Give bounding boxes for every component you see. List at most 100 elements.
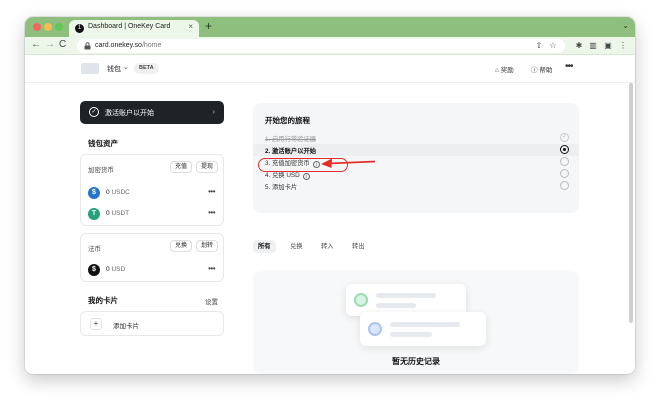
url-path: /home (141, 42, 162, 49)
maximize-window-button[interactable] (55, 23, 63, 31)
browser-tab-title: Dashboard | OneKey Card (88, 23, 171, 30)
step-radio-icon (560, 157, 569, 166)
url-host: card.onekey.so (95, 42, 142, 49)
deposit-button[interactable]: 充值 (170, 161, 193, 173)
step-done-check-icon: ✓ (560, 133, 569, 142)
asset-value: 0 (106, 266, 110, 273)
card-settings-link[interactable]: 设置 (205, 296, 218, 306)
extensions-puzzle-icon[interactable]: ✱ (573, 40, 585, 52)
asset-amount: 0 USD (106, 266, 125, 273)
filter-tab-exchange[interactable]: 兑换 (285, 240, 308, 253)
step-label: 5. 添加卡片 (265, 184, 298, 191)
browser-tab-active[interactable]: 1 Dashboard | OneKey Card × (69, 20, 199, 37)
wallet-avatar[interactable] (81, 63, 99, 74)
share-icon[interactable]: ⇧ (533, 40, 545, 52)
app-header: 钱包 ⌄ BETA ⌂ 奖励 ⓘ 帮助 ••• (25, 55, 635, 83)
usd-coin-icon: $ (88, 264, 100, 276)
check-circle-icon: ✓ (89, 107, 99, 117)
bookmark-star-icon[interactable]: ☆ (547, 40, 559, 52)
activate-label: 激活账户以开始 (105, 110, 154, 117)
filter-tab-transfer-out[interactable]: 转出 (347, 240, 370, 253)
journey-step-5[interactable]: 5. 添加卡片 (253, 180, 579, 192)
browser-menu-icon[interactable]: ⋮ (617, 40, 629, 52)
asset-more-icon[interactable]: ••• (208, 264, 215, 273)
asset-value: 0 (106, 210, 110, 217)
profile-icon[interactable]: ▣ (602, 40, 614, 52)
crypto-assets-card: 加密货币 充值 提现 $ 0 USDC ••• T 0 USDT ••• (80, 154, 224, 226)
placeholder-line (390, 332, 432, 337)
fiat-label: 法币 (88, 246, 101, 253)
address-bar[interactable]: card.onekey.so/home ⇧ ☆ (77, 39, 565, 53)
browser-window: 1 Dashboard | OneKey Card × + ⌄ ← → C ca… (25, 17, 635, 374)
wallet-selector-label[interactable]: 钱包 (107, 64, 121, 74)
onekey-favicon-icon: 1 (75, 24, 84, 33)
asset-unit: USDC (111, 189, 130, 196)
help-circle-icon: ⓘ (531, 67, 538, 74)
forward-arrow-icon[interactable]: → (45, 40, 55, 50)
minimize-window-button[interactable] (44, 23, 52, 31)
placeholder-avatar (354, 293, 368, 307)
info-icon[interactable]: i (302, 173, 310, 180)
close-window-button[interactable] (33, 23, 41, 31)
chevron-down-icon[interactable]: ⌄ (123, 63, 129, 71)
usdc-coin-icon: $ (88, 187, 100, 199)
asset-unit: USDT (111, 210, 130, 217)
filter-tab-transfer-in[interactable]: 转入 (316, 240, 339, 253)
asset-amount: 0 USDT (106, 210, 129, 217)
help-label: 帮助 (539, 67, 553, 74)
new-tab-button[interactable]: + (205, 20, 212, 32)
sidebar-icon[interactable]: ▥ (587, 40, 599, 52)
chevron-right-icon: › (212, 107, 215, 116)
step-current-radio-icon (560, 145, 569, 154)
asset-more-icon[interactable]: ••• (208, 208, 215, 217)
fiat-assets-card: 法币 兑换 划转 $ 0 USD ••• (80, 233, 224, 282)
lock-icon (84, 42, 91, 50)
close-tab-icon[interactable]: × (188, 22, 193, 31)
add-card-label: 添加卡片 (113, 323, 139, 330)
asset-unit: USD (111, 266, 126, 273)
annotation-arrow-icon (321, 158, 376, 168)
placeholder-avatar (368, 322, 382, 336)
help-button[interactable]: ⓘ 帮助 (531, 64, 552, 74)
step-label: 2. 激活账户以开始 (265, 148, 317, 155)
asset-value: 0 (106, 189, 110, 196)
asset-row-usdt[interactable]: T 0 USDT ••• (81, 205, 223, 223)
rewards-label: 奖励 (500, 67, 514, 74)
step-radio-icon (560, 169, 569, 178)
usdt-coin-icon: T (88, 208, 100, 220)
step-label-text: 4. 兑换 USD (265, 172, 300, 179)
empty-history-text: 暂无历史记录 (392, 357, 440, 366)
placeholder-line (376, 303, 416, 308)
page-scrollbar[interactable] (629, 83, 633, 323)
browser-toolbar: ← → C card.onekey.so/home ⇧ ☆ ✱ ▥ ▣ ⋮ (25, 37, 635, 55)
step-radio-icon (560, 181, 569, 190)
web-page: 钱包 ⌄ BETA ⌂ 奖励 ⓘ 帮助 ••• ✓ 激活账户以开始 › 钱包资产… (25, 55, 635, 374)
crypto-label: 加密货币 (88, 167, 114, 174)
wallet-assets-title: 钱包资产 (88, 139, 118, 148)
journey-step-2[interactable]: 2. 激活账户以开始 (253, 144, 579, 156)
rewards-button[interactable]: ⌂ 奖励 (495, 64, 514, 74)
plus-icon: + (90, 318, 102, 330)
history-empty-state: 暂无历史记录 (253, 270, 579, 374)
tab-search-icon[interactable]: ⌄ (622, 21, 629, 30)
journey-step-1[interactable]: 1. 启用行常验证器 ✓ (253, 132, 579, 144)
beta-badge: BETA (134, 63, 159, 74)
asset-row-usdc[interactable]: $ 0 USDC ••• (81, 184, 223, 202)
exchange-button[interactable]: 兑换 (170, 240, 193, 252)
activate-account-button[interactable]: ✓ 激活账户以开始 › (80, 101, 224, 124)
back-arrow-icon[interactable]: ← (31, 40, 41, 50)
asset-row-usd[interactable]: $ 0 USD ••• (81, 261, 223, 279)
gift-icon: ⌂ (495, 67, 499, 74)
more-options-icon[interactable]: ••• (565, 61, 573, 72)
placeholder-line (376, 293, 436, 298)
my-cards-title: 我的卡片 (88, 296, 118, 305)
asset-more-icon[interactable]: ••• (208, 187, 215, 196)
transfer-button[interactable]: 划转 (196, 240, 219, 252)
asset-amount: 0 USDC (106, 189, 130, 196)
url-text: card.onekey.so/home (95, 42, 161, 49)
reload-icon[interactable]: C (59, 40, 66, 50)
withdraw-button[interactable]: 提现 (196, 161, 219, 173)
add-card-button[interactable]: + 添加卡片 (80, 311, 224, 336)
filter-tab-all[interactable]: 所有 (253, 240, 276, 253)
step-label: 1. 启用行常验证器 (265, 136, 317, 143)
